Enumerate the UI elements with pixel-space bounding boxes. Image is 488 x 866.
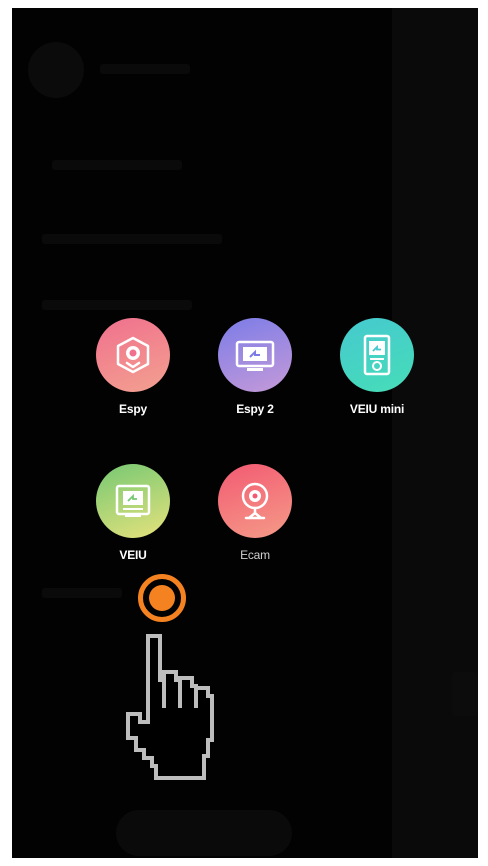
tap-indicator-dot <box>149 585 175 611</box>
device-ecam-icon-circle <box>218 464 292 538</box>
device-veiu-mini-icon-circle <box>340 318 414 392</box>
monitor-screen-icon <box>235 340 275 371</box>
video-intercom-icon <box>363 334 391 376</box>
ghost-username <box>100 64 190 74</box>
indoor-monitor-icon <box>115 484 151 517</box>
device-espy-icon-circle <box>96 318 170 392</box>
device-label: VEIU <box>119 548 147 562</box>
background-panel <box>392 8 478 858</box>
webcam-icon <box>241 482 269 520</box>
doorbell-camera-icon <box>116 336 150 374</box>
device-veiu-icon-circle <box>96 464 170 538</box>
device-espy[interactable]: Espy <box>78 318 188 416</box>
ghost-text <box>452 672 478 716</box>
hand-pointer-icon <box>126 634 214 780</box>
ghost-menu-item <box>52 160 182 170</box>
device-picker-screen: Espy Espy 2 VEIU mini VEIU Ecam <box>12 8 478 858</box>
ghost-menu-item <box>42 588 122 598</box>
device-veiu-mini[interactable]: VEIU mini <box>322 318 432 416</box>
device-ecam[interactable]: Ecam <box>200 464 310 562</box>
device-veiu[interactable]: VEIU <box>78 464 188 562</box>
ghost-menu-item <box>42 300 192 310</box>
device-espy-2-icon-circle <box>218 318 292 392</box>
ghost-menu-item <box>42 234 222 244</box>
device-label: Ecam <box>240 548 270 562</box>
device-label: VEIU mini <box>349 402 405 416</box>
device-label: Espy 2 <box>236 402 274 416</box>
ghost-button <box>116 810 292 856</box>
tap-indicator <box>138 574 186 622</box>
avatar <box>28 42 84 98</box>
device-label: Espy <box>119 402 147 416</box>
device-espy-2[interactable]: Espy 2 <box>200 318 310 416</box>
